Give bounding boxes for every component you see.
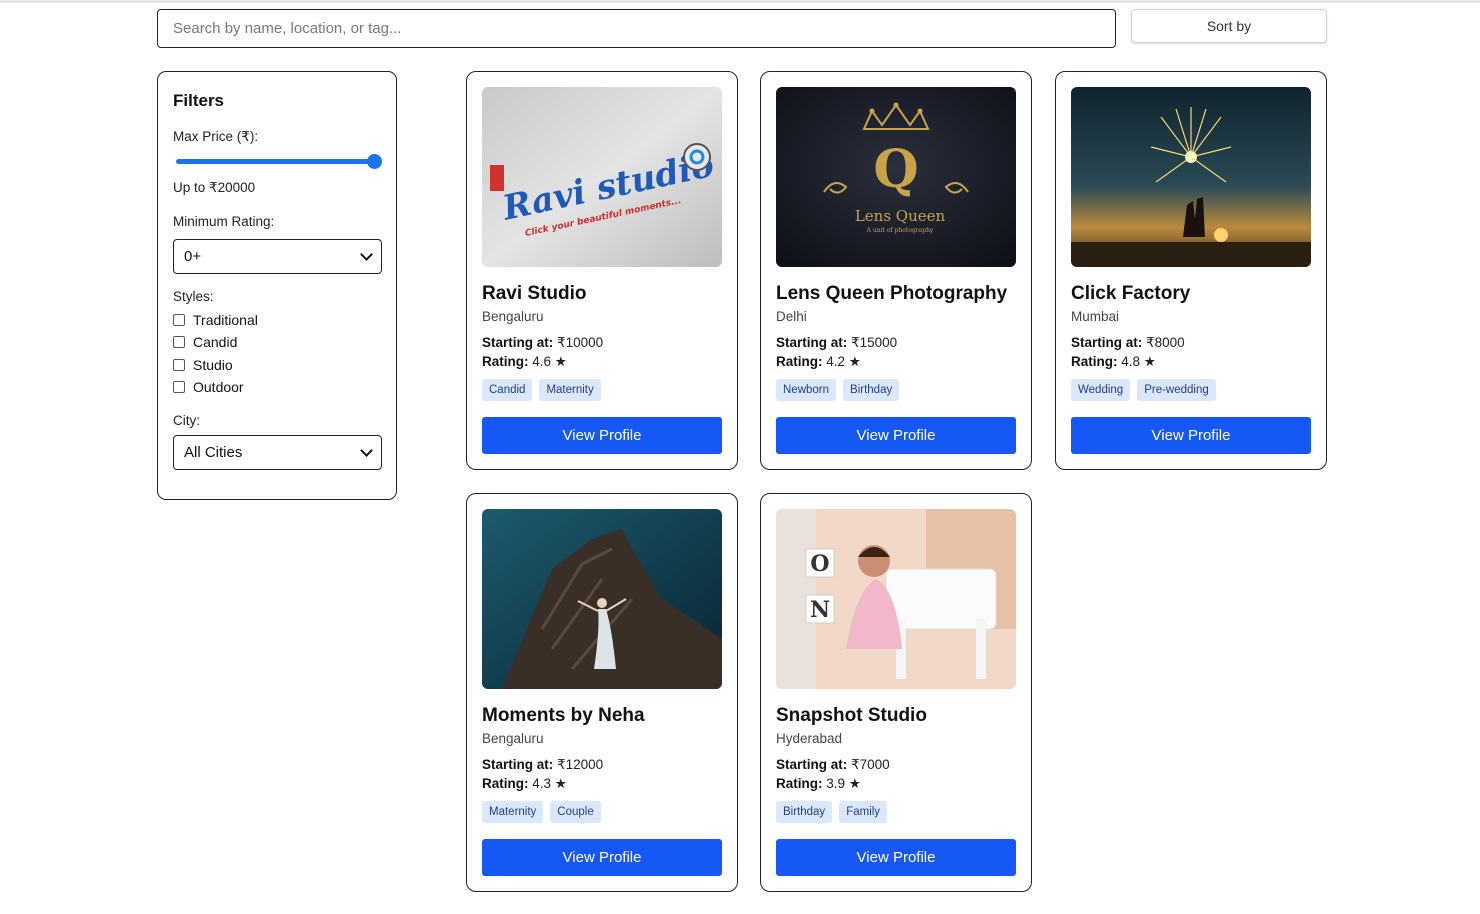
tag-badge: Newborn [776, 379, 837, 401]
studio-rating: Rating: 3.9 ★ [776, 776, 861, 791]
tag-list: Candid Maternity [482, 379, 601, 401]
search-input[interactable] [157, 9, 1116, 48]
studio-photo: O N [776, 509, 1016, 689]
studio-photo: Ravi studio Click your beautiful moments… [482, 87, 722, 267]
styles-label: Styles: [173, 289, 214, 304]
view-profile-button[interactable]: View Profile [776, 839, 1016, 876]
tag-badge: Pre-wedding [1137, 379, 1216, 401]
studio-card-snapshot-studio: O N Snapshot Studio Hyderabad Starting a… [760, 493, 1032, 892]
max-price-value: Up to ₹20000 [173, 180, 256, 195]
view-profile-button[interactable]: View Profile [482, 417, 722, 454]
studio-photo [1071, 87, 1311, 267]
logo-tagline: A unit of photography [866, 227, 934, 234]
style-label: Studio [193, 357, 233, 373]
studio-card-lens-queen-photography: Q Lens Queen A unit of photography Lens … [760, 71, 1032, 470]
city-selected: All Cities [184, 444, 243, 461]
studio-price: Starting at: ₹12000 [482, 757, 604, 772]
tag-list: Maternity Couple [482, 801, 601, 823]
studio-name: Lens Queen Photography [776, 283, 1008, 304]
studio-city: Hyderabad [776, 731, 843, 746]
min-rating-label: Minimum Rating: [173, 214, 275, 229]
studio-rating: Rating: 4.2 ★ [776, 354, 861, 369]
studio-name: Snapshot Studio [776, 705, 927, 726]
tag-list: Newborn Birthday [776, 379, 900, 401]
style-checkbox-traditional[interactable]: Traditional [173, 312, 258, 328]
studio-card-moments-by-neha: Moments by Neha Bengaluru Starting at: ₹… [466, 493, 738, 892]
studio-photo: Q Lens Queen A unit of photography [776, 87, 1016, 267]
studio-city: Bengaluru [482, 731, 544, 746]
studio-photo [482, 509, 722, 689]
checkbox-icon[interactable] [173, 381, 185, 393]
filters-title: Filters [173, 91, 225, 110]
studio-card-ravi-studio: Ravi studio Click your beautiful moments… [466, 71, 738, 470]
tag-badge: Candid [482, 379, 533, 401]
block-letter: O [810, 551, 829, 577]
studio-name: Ravi Studio [482, 283, 587, 304]
tag-badge: Birthday [843, 379, 900, 401]
max-price-slider[interactable] [173, 152, 382, 170]
max-price-label: Max Price (₹): [173, 129, 259, 144]
sort-by-button[interactable]: Sort by [1131, 9, 1327, 43]
slider-thumb[interactable] [367, 154, 382, 169]
style-checkbox-candid[interactable]: Candid [173, 334, 237, 350]
checkbox-icon[interactable] [173, 336, 185, 348]
studio-rating: Rating: 4.6 ★ [482, 354, 567, 369]
studio-price: Starting at: ₹10000 [482, 335, 604, 350]
style-label: Traditional [193, 312, 258, 328]
studio-city: Bengaluru [482, 309, 544, 324]
logo-text: Lens Queen [855, 207, 946, 225]
view-profile-button[interactable]: View Profile [776, 417, 1016, 454]
tag-list: Wedding Pre-wedding [1071, 379, 1216, 401]
logo-letter: Q [873, 139, 918, 200]
top-divider [0, 0, 1480, 3]
filters-panel: Filters Max Price (₹): Up to ₹20000 Mini… [157, 71, 397, 500]
view-profile-button[interactable]: View Profile [1071, 417, 1311, 454]
tag-badge: Family [839, 801, 888, 823]
tag-badge: Couple [550, 801, 601, 823]
style-label: Outdoor [193, 379, 244, 395]
studio-rating: Rating: 4.8 ★ [1071, 354, 1156, 369]
slider-track [176, 159, 379, 164]
tag-badge: Maternity [482, 801, 544, 823]
view-profile-button[interactable]: View Profile [482, 839, 722, 876]
studio-price: Starting at: ₹15000 [776, 335, 898, 350]
style-checkbox-outdoor[interactable]: Outdoor [173, 379, 244, 395]
tag-badge: Wedding [1071, 379, 1131, 401]
studio-rating: Rating: 4.3 ★ [482, 776, 567, 791]
city-label: City: [173, 413, 200, 428]
studio-city: Mumbai [1071, 309, 1120, 324]
style-checkbox-studio[interactable]: Studio [173, 357, 233, 373]
min-rating-selected: 0+ [184, 248, 202, 265]
tag-list: Birthday Family [776, 801, 888, 823]
studio-name: Click Factory [1071, 283, 1191, 304]
style-label: Candid [193, 334, 238, 350]
city-select[interactable]: All Cities [173, 435, 382, 470]
chevron-down-icon [360, 248, 373, 261]
studio-price: Starting at: ₹7000 [776, 757, 890, 772]
tag-badge: Birthday [776, 801, 833, 823]
studio-card-click-factory: Click Factory Mumbai Starting at: ₹8000 … [1055, 71, 1327, 470]
checkbox-icon[interactable] [173, 314, 185, 326]
studio-name: Moments by Neha [482, 705, 645, 726]
tag-badge: Maternity [539, 379, 601, 401]
studio-city: Delhi [776, 309, 807, 324]
checkbox-icon[interactable] [173, 359, 185, 371]
block-letter: N [810, 597, 830, 623]
chevron-down-icon [360, 444, 373, 457]
min-rating-select[interactable]: 0+ [173, 239, 382, 274]
studio-price: Starting at: ₹8000 [1071, 335, 1185, 350]
